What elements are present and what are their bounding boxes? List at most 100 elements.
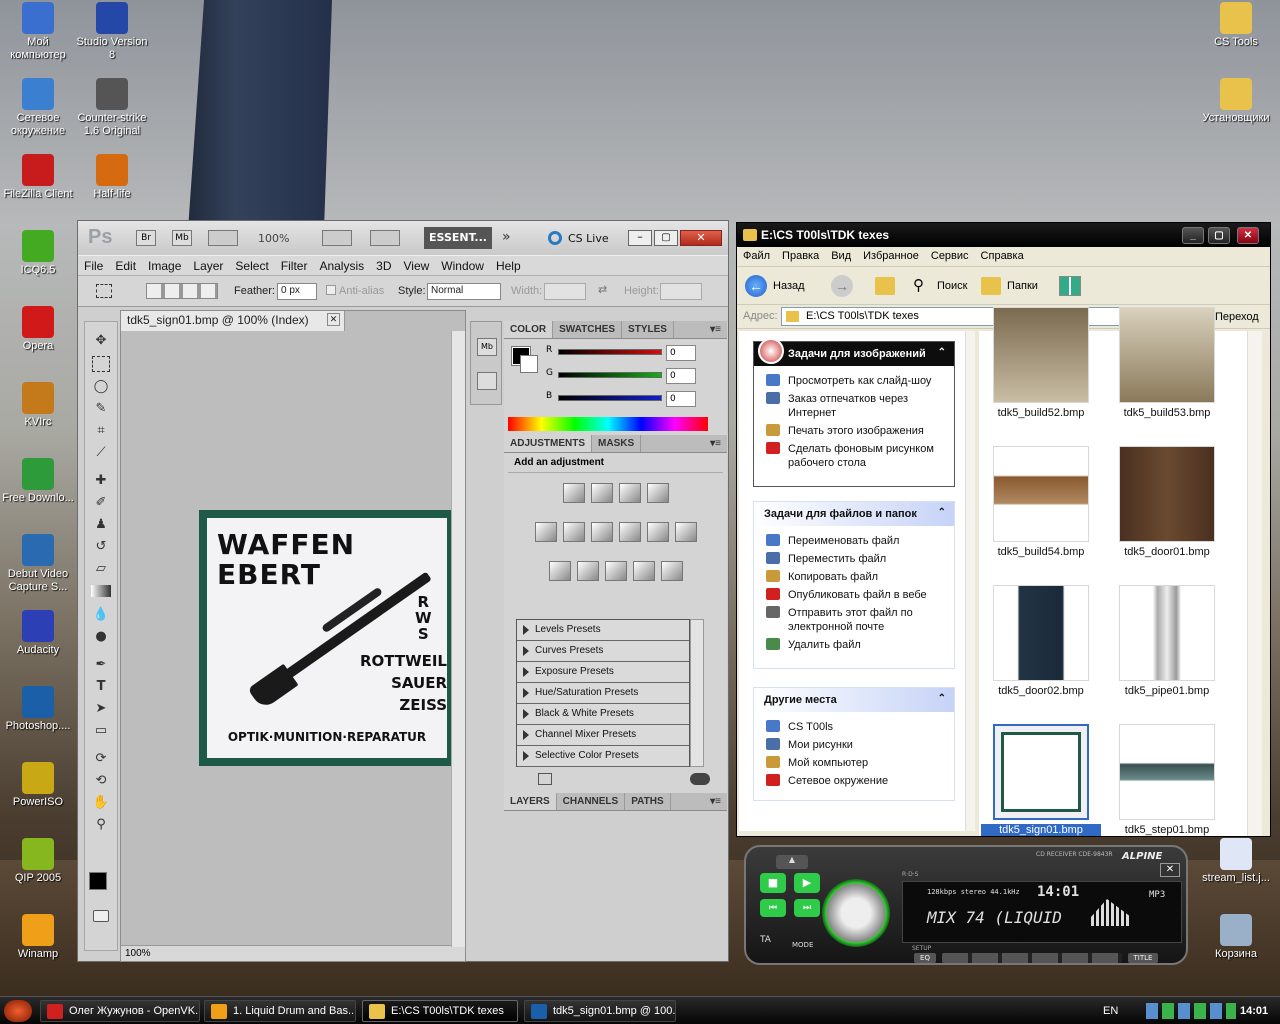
ps-menu-item[interactable]: Help: [490, 256, 527, 273]
go-button[interactable]: Переход: [1215, 311, 1259, 323]
collapse-chevron-icon[interactable]: ⌃: [938, 347, 946, 358]
feather-input[interactable]: 0 px: [277, 283, 317, 300]
vertical-scrollbar[interactable]: [451, 331, 465, 947]
adjustments-panel-tab[interactable]: ADJUSTMENTS: [504, 435, 593, 452]
width-input[interactable]: [544, 283, 586, 300]
selection-mode-icons[interactable]: [146, 283, 218, 299]
ps-menu-item[interactable]: Select: [229, 256, 274, 273]
desktop-icon[interactable]: Half-life: [74, 154, 150, 201]
status-zoom[interactable]: 100%: [125, 948, 151, 959]
ps-menu-item[interactable]: View: [397, 256, 435, 273]
posterize-icon[interactable]: [576, 561, 599, 581]
task-pane-scrollbar[interactable]: [965, 331, 975, 831]
layers-panel-tab[interactable]: LAYERS: [504, 793, 557, 810]
clip-layer-icon[interactable]: [690, 773, 710, 785]
winamp-prev-button[interactable]: ⏮: [760, 899, 786, 917]
brightness-contrast-icon[interactable]: [562, 483, 585, 503]
color-balance-icon[interactable]: [590, 522, 613, 542]
gradient-map-icon[interactable]: [632, 561, 655, 581]
image-canvas[interactable]: WAFFEN EBERT R W S ROTTWEIL SAUER ZEISS …: [199, 510, 455, 766]
preset-item[interactable]: Exposure Presets: [517, 662, 689, 683]
taskbar-button[interactable]: Олег Жужунов - OpenVK...: [40, 1000, 200, 1022]
path-select-tool-icon[interactable]: ➤: [91, 700, 111, 718]
black-white-icon[interactable]: [618, 522, 641, 542]
channel-slider[interactable]: [558, 395, 662, 401]
explorer-maximize-button[interactable]: ▢: [1208, 227, 1230, 244]
history-brush-icon[interactable]: ↺: [91, 538, 111, 556]
ps-menu-item[interactable]: Window: [435, 256, 490, 273]
file-thumbnail[interactable]: [993, 307, 1089, 403]
foreground-color-swatch[interactable]: [89, 872, 107, 890]
mini-bridge-button[interactable]: Mb: [172, 230, 192, 246]
desktop-icon[interactable]: Counter-strike 1.6 Original: [74, 78, 150, 138]
antialias-checkbox[interactable]: [326, 285, 336, 295]
folders-button[interactable]: Папки: [1007, 280, 1038, 292]
marquee-tool-preset-icon[interactable]: [96, 284, 112, 298]
ps-menu-item[interactable]: Analysis: [313, 256, 370, 273]
desktop-icon[interactable]: PowerISO: [0, 762, 76, 809]
brush-tool-icon[interactable]: ✐: [91, 494, 111, 512]
task-link[interactable]: Заказ отпечатков через Интернет: [754, 390, 954, 422]
color-panel-tab[interactable]: SWATCHES: [553, 321, 623, 338]
winamp-next-button[interactable]: ⏭: [794, 899, 820, 917]
marquee-tool-icon[interactable]: [92, 356, 110, 372]
clone-stamp-icon[interactable]: ♟: [91, 516, 111, 534]
desktop-icon[interactable]: ICQ6.5: [0, 230, 76, 277]
vibrance-icon[interactable]: [534, 522, 557, 542]
healing-brush-icon[interactable]: ✚: [91, 472, 111, 490]
task-link[interactable]: Просмотреть как слайд-шоу: [754, 372, 954, 390]
dodge-tool-icon[interactable]: ●: [91, 628, 111, 646]
task-link[interactable]: Переместить файл: [754, 550, 954, 568]
lasso-tool-icon[interactable]: ◯: [91, 378, 111, 396]
views-icon[interactable]: [1059, 276, 1081, 296]
channel-slider[interactable]: [558, 349, 662, 355]
desktop-icon[interactable]: stream_list.j...: [1198, 838, 1274, 885]
collapse-chevron-icon[interactable]: ⌃: [938, 693, 946, 704]
desktop-icon[interactable]: QIP 2005: [0, 838, 76, 885]
channel-mixer-icon[interactable]: [674, 522, 697, 542]
desktop-icon[interactable]: Photoshop....: [0, 686, 76, 733]
zoom-tool-icon[interactable]: ⚲: [91, 816, 111, 834]
channel-value-input[interactable]: 0: [666, 368, 696, 384]
document-tab[interactable]: tdk5_sign01.bmp @ 100% (Index) ✕: [121, 311, 345, 331]
winamp-volume-knob[interactable]: [822, 879, 890, 947]
desktop-icon[interactable]: Winamp: [0, 914, 76, 961]
history-panel-icon[interactable]: [477, 372, 497, 390]
move-tool-icon[interactable]: ✥: [91, 332, 111, 350]
task-link[interactable]: Опубликовать файл в вебе: [754, 586, 954, 604]
blur-tool-icon[interactable]: 💧: [91, 606, 111, 624]
channel-value-input[interactable]: 0: [666, 391, 696, 407]
winamp-ta-button[interactable]: TA: [760, 935, 771, 945]
explorer-minimize-button[interactable]: _: [1182, 227, 1204, 244]
file-name[interactable]: tdk5_build52.bmp: [981, 407, 1101, 419]
preset-item[interactable]: Curves Presets: [517, 641, 689, 662]
hand-tool-icon[interactable]: ✋: [91, 794, 111, 812]
winamp-preset-buttons[interactable]: [942, 953, 1122, 963]
desktop-icon[interactable]: Free Downlo...: [0, 458, 76, 505]
task-link[interactable]: Сетевое окружение: [754, 772, 954, 790]
taskbar-button[interactable]: E:\CS T00ls\TDK texes: [362, 1000, 518, 1022]
language-indicator[interactable]: EN: [1103, 1005, 1118, 1017]
explorer-close-button[interactable]: ✕: [1237, 227, 1259, 244]
desktop-icon[interactable]: Сетевое окружение: [0, 78, 76, 138]
file-thumbnail[interactable]: [993, 724, 1089, 820]
file-thumbnail[interactable]: [1119, 585, 1215, 681]
color-panel-tab[interactable]: STYLES: [622, 321, 674, 338]
eraser-tool-icon[interactable]: ▱: [91, 560, 111, 578]
pen-tool-icon[interactable]: ✒: [91, 656, 111, 674]
preset-item[interactable]: Hue/Saturation Presets: [517, 683, 689, 704]
layers-panel-tab[interactable]: PATHS: [625, 793, 671, 810]
file-name[interactable]: tdk5_pipe01.bmp: [1107, 685, 1227, 697]
type-tool-icon[interactable]: T: [91, 678, 111, 696]
levels-icon[interactable]: [590, 483, 613, 503]
back-arrow-icon[interactable]: ←: [745, 275, 767, 297]
desktop-icon[interactable]: Корзина: [1198, 914, 1274, 961]
desktop-icon[interactable]: Debut Video Capture S...: [0, 534, 76, 594]
preset-item[interactable]: Levels Presets: [517, 620, 689, 641]
taskbar-button[interactable]: tdk5_sign01.bmp @ 100...: [524, 1000, 676, 1022]
other-places-header[interactable]: Другие места ⌃: [754, 688, 954, 712]
bridge-button[interactable]: Br: [136, 230, 156, 246]
explorer-menu-item[interactable]: Избранное: [857, 247, 925, 265]
preset-item[interactable]: Black & White Presets: [517, 704, 689, 725]
cs-live-icon[interactable]: [548, 231, 562, 245]
